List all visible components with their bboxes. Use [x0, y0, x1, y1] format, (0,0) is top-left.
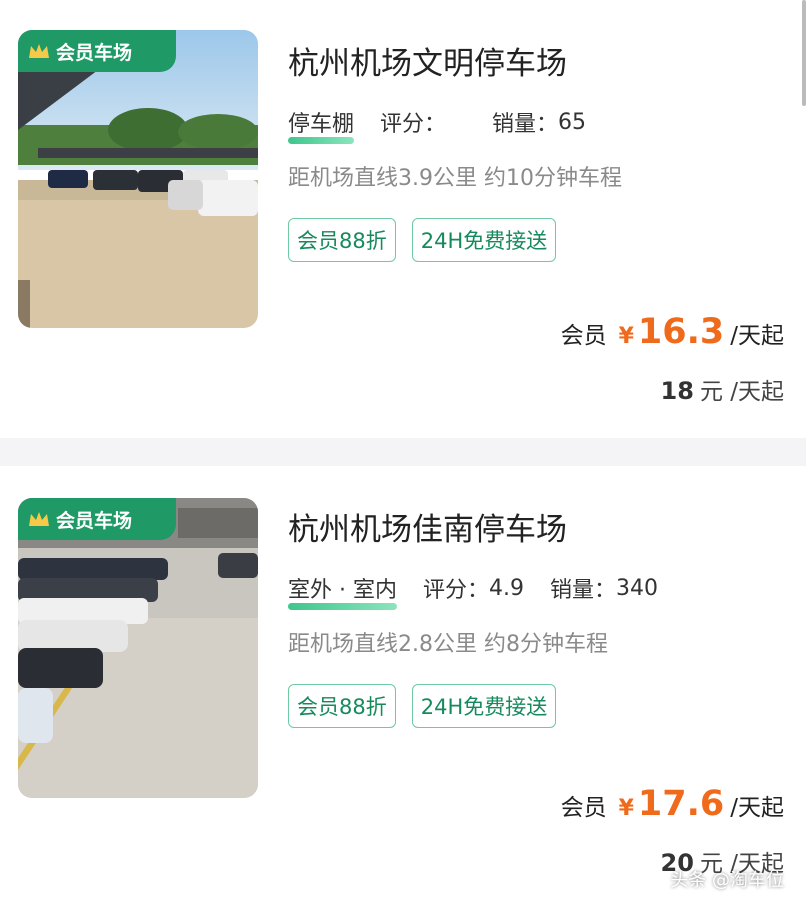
tag-list: 会员88折 24H免费接送	[288, 684, 557, 728]
member-lot-badge: 会员车场	[18, 498, 176, 540]
parking-title[interactable]: 杭州机场佳南停车场	[288, 504, 567, 549]
tag-list: 会员88折 24H免费接送	[288, 218, 557, 262]
sales-value: 65	[558, 109, 587, 135]
rating-label: 评分：	[422, 578, 489, 603]
member-price: 17.6	[637, 784, 725, 824]
member-label: 会员	[560, 795, 607, 821]
parking-card[interactable]: 会员车场 杭州机场文明停车场 停车棚 评分： 销量： 65 距机场直线3.9公里…	[0, 0, 806, 438]
currency-symbol: ¥	[618, 324, 634, 349]
parking-photo[interactable]: 会员车场	[18, 498, 258, 798]
original-price: 18	[660, 377, 694, 405]
member-lot-badge: 会员车场	[18, 30, 176, 72]
sales-label: 销量：	[492, 112, 559, 137]
parking-meta: 停车棚 评分： 销量： 65	[288, 106, 587, 144]
scrollbar[interactable]	[802, 0, 806, 106]
original-price-row: 18 元 /天起	[661, 372, 784, 406]
badge-label: 会员车场	[56, 41, 133, 64]
parking-type: 室外 · 室内	[288, 572, 397, 610]
member-price: 16.3	[637, 312, 725, 352]
crown-icon	[29, 512, 49, 526]
rating-label: 评分：	[380, 112, 447, 137]
parking-title[interactable]: 杭州机场文明停车场	[288, 38, 567, 83]
rating-value: 4.9	[489, 575, 524, 601]
price-unit: /天起	[730, 795, 784, 821]
sales-label: 销量：	[550, 578, 617, 603]
distance-text: 距机场直线3.9公里 约10分钟车程	[288, 166, 622, 191]
price-unit: /天起	[730, 323, 784, 349]
tag-discount: 会员88折	[288, 684, 396, 728]
parking-photo-image	[18, 498, 258, 798]
member-price-row: 会员 ¥ 17.6 /天起	[561, 784, 784, 824]
parking-photo-image	[18, 30, 258, 328]
currency-symbol: ¥	[618, 796, 634, 821]
parking-type: 停车棚	[288, 106, 355, 144]
sales-value: 340	[616, 575, 659, 601]
parking-photo[interactable]: 会员车场	[18, 30, 258, 328]
parking-card[interactable]: 会员车场 杭州机场佳南停车场 室外 · 室内 评分： 4.9 销量： 340 距…	[0, 466, 806, 906]
member-price-row: 会员 ¥ 16.3 /天起	[561, 312, 784, 352]
badge-label: 会员车场	[56, 509, 133, 532]
tag-discount: 会员88折	[288, 218, 396, 262]
crown-icon	[29, 44, 49, 58]
distance-text: 距机场直线2.8公里 约8分钟车程	[288, 632, 608, 657]
watermark: 头条 @淘车位	[670, 870, 784, 891]
member-label: 会员	[560, 323, 607, 349]
tag-shuttle: 24H免费接送	[411, 684, 557, 728]
parking-meta: 室外 · 室内 评分： 4.9 销量： 340	[288, 572, 659, 610]
original-unit: 元 /天起	[699, 379, 784, 405]
tag-shuttle: 24H免费接送	[411, 218, 557, 262]
